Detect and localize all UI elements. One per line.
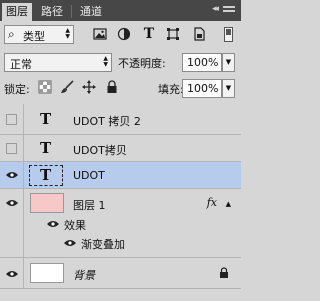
visibility-column [0, 104, 24, 134]
layer-list: T UDOT 拷贝 2 T UDOT拷贝 T UDOT 图层 1 fx ▲ 效果… [0, 104, 241, 301]
layer-row[interactable]: T UDOT 拷贝 2 [0, 104, 241, 135]
eye-icon[interactable] [6, 171, 18, 179]
lock-position-icon[interactable] [82, 80, 96, 94]
panel-menu-icon[interactable] [223, 6, 235, 16]
lock-all-icon[interactable] [105, 80, 119, 94]
visibility-column [0, 135, 24, 161]
fill-label: 填充: [158, 83, 184, 96]
effect-item-gradient-overlay[interactable]: 渐变叠加 [81, 236, 125, 252]
layer-row[interactable]: 背景 [0, 258, 241, 289]
fill-dropdown-icon[interactable]: ▼ [222, 79, 235, 98]
filter-smart-object-icon[interactable] [192, 27, 206, 41]
lock-row: 锁定: 填充: 100% ▼ [0, 76, 241, 102]
filter-shape-icon[interactable] [166, 27, 180, 41]
text-layer-icon: T [40, 139, 52, 157]
tab-channels[interactable]: 通道 [75, 3, 107, 21]
fx-icon[interactable]: fx [207, 196, 217, 209]
blend-mode-select[interactable]: 正常 ▲ ▼ [4, 53, 112, 72]
visibility-column [0, 162, 24, 188]
layer-thumbnail [30, 193, 64, 213]
filter-kind-select[interactable]: ⌕ 类型 ▲ ▼ [4, 25, 74, 44]
eye-icon[interactable] [47, 220, 59, 228]
opacity-dropdown-icon[interactable]: ▼ [222, 53, 235, 72]
tab-paths[interactable]: 路径 [36, 3, 68, 21]
text-layer-icon: T [40, 166, 52, 184]
filter-toggle-switch[interactable] [224, 27, 233, 42]
search-icon: ⌕ [8, 27, 15, 41]
visibility-toggle-box[interactable] [6, 143, 17, 154]
filter-pixel-icon[interactable] [93, 27, 107, 41]
eye-icon[interactable] [64, 239, 76, 247]
opacity-input[interactable]: 100% [182, 53, 222, 72]
tab-layers[interactable]: 图层 [2, 3, 32, 21]
updown-arrow-icon: ▲ ▼ [103, 55, 108, 68]
lock-label: 锁定: [4, 83, 30, 96]
eye-icon[interactable] [6, 270, 18, 278]
visibility-toggle-box[interactable] [6, 114, 17, 125]
layers-panel: 图层 路径 通道 ◂◂ ⌕ 类型 ▲ ▼ T 正常 ▲ ▼ 不透明度: 100%… [0, 0, 241, 301]
filter-type-icon[interactable]: T [142, 27, 156, 41]
visibility-column [0, 258, 24, 288]
layer-name[interactable]: 背景 [73, 267, 95, 283]
filter-adjustment-icon[interactable] [117, 27, 131, 41]
fill-input[interactable]: 100% [182, 79, 222, 98]
filter-row: ⌕ 类型 ▲ ▼ T [0, 22, 241, 48]
filter-kind-label: 类型 [23, 30, 45, 43]
updown-arrow-icon: ▲ ▼ [65, 27, 70, 40]
layer-name[interactable]: 图层 1 [73, 197, 106, 213]
collapse-panel-icon[interactable]: ◂◂ [212, 4, 219, 14]
text-layer-icon: T [40, 110, 52, 128]
eye-icon[interactable] [6, 199, 18, 207]
panel-tab-bar: 图层 路径 通道 ◂◂ [0, 0, 241, 21]
visibility-column [0, 189, 24, 257]
layer-thumbnail [30, 263, 64, 283]
tab-divider [71, 5, 72, 18]
blend-row: 正常 ▲ ▼ 不透明度: 100% ▼ [0, 49, 241, 76]
effects-label[interactable]: 效果 [64, 217, 86, 233]
lock-transparent-pixels-icon[interactable] [38, 80, 52, 94]
layer-name[interactable]: UDOT 拷贝 2 [73, 113, 141, 129]
layer-row-selected[interactable]: T UDOT [0, 162, 241, 189]
lock-icon [219, 267, 229, 278]
opacity-label: 不透明度: [118, 57, 166, 70]
lock-image-pixels-icon[interactable] [60, 80, 74, 94]
layer-row[interactable]: 图层 1 fx ▲ 效果 渐变叠加 [0, 189, 241, 258]
blend-mode-value: 正常 [10, 58, 32, 71]
layer-name[interactable]: UDOT [73, 169, 105, 182]
layer-name[interactable]: UDOT拷贝 [73, 142, 127, 158]
layer-row[interactable]: T UDOT拷贝 [0, 135, 241, 162]
expand-effects-arrow-icon[interactable]: ▲ [226, 200, 231, 208]
